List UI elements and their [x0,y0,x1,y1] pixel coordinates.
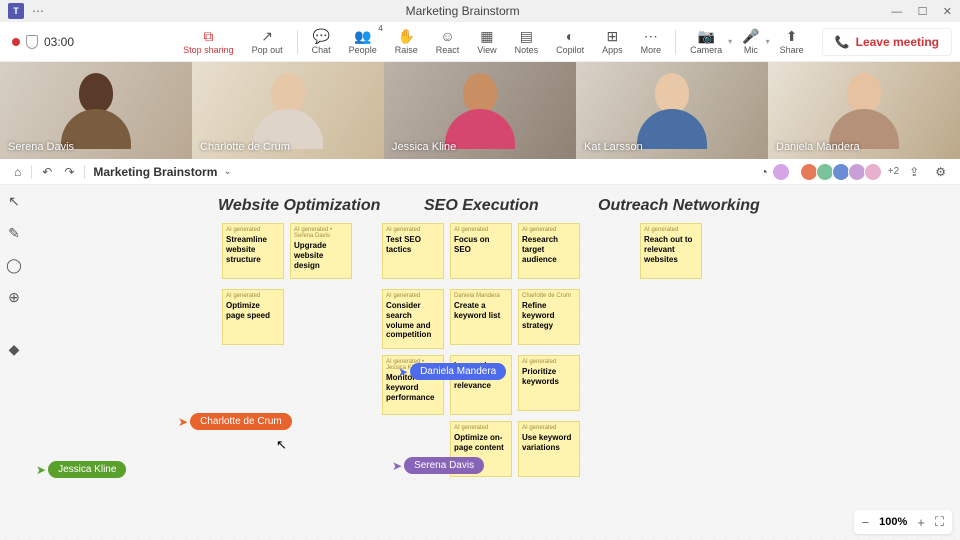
notes-button[interactable]: ▤Notes [507,26,547,57]
user-cursor: ➤Charlotte de Crum [178,413,292,430]
shield-icon [26,35,38,49]
stop-sharing-button[interactable]: ⧉Stop sharing [175,26,242,57]
chat-button[interactable]: 💬Chat [304,26,339,57]
user-cursor: ➤Daniela Mandera [398,363,506,380]
apps-button[interactable]: ⊞Apps [594,26,631,57]
recording-indicator: 03:00 [0,35,86,49]
board-name[interactable]: Marketing Brainstorm [93,165,217,179]
more-button[interactable]: ⋯More [633,26,670,57]
view-button[interactable]: ▦View [469,26,504,57]
share-icon[interactable]: ⇪ [903,165,925,179]
redo-button[interactable]: ↷ [58,165,80,179]
sticky-note[interactable]: AI generatedPrioritize keywords [518,355,580,411]
video-tile[interactable]: Kat Larsson [576,62,768,159]
divider [297,30,298,54]
minimize-button[interactable]: — [891,6,902,18]
titlebar: T ⋯ Marketing Brainstorm — ☐ ✕ [0,0,960,22]
recording-time: 03:00 [44,35,74,49]
camera-button[interactable]: 📷Camera [682,26,730,57]
popout-button[interactable]: ↗Pop out [244,26,291,57]
avatar[interactable] [772,163,790,181]
sticky-note[interactable]: AI generatedUse keyword variations [518,421,580,477]
column-header: Outreach Networking [598,197,760,215]
video-gallery: Serena Davis Charlotte de Crum Jessica K… [0,62,960,159]
pointer-tool[interactable]: ↖ [4,191,24,211]
react-button[interactable]: ☺React [428,26,468,57]
sticky-note[interactable]: Charlotte de CrumRefine keyword strategy [518,289,580,345]
zoom-controls: − 100% + ⛶ [854,510,952,534]
whiteboard-canvas[interactable]: ↖ ✎ ◯ ⊕ ◆ Website Optimization SEO Execu… [0,185,960,540]
user-cursor: ➤Jessica Kline [36,461,126,478]
video-tile[interactable]: Jessica Kline [384,62,576,159]
video-tile[interactable]: Serena Davis [0,62,192,159]
share-button[interactable]: ⬆Share [772,26,812,57]
user-cursor: ➤Serena Davis [392,457,484,474]
sticky-note[interactable]: AI generatedReach out to relevant websit… [640,223,702,279]
divider [675,30,676,54]
sticky-note[interactable]: AI generatedConsider search volume and c… [382,289,444,349]
timer-icon[interactable]: ◔ [755,165,774,179]
maximize-button[interactable]: ☐ [918,6,928,18]
sticky-note[interactable]: AI generatedTest SEO tactics [382,223,444,279]
zoom-out-button[interactable]: − [862,515,870,530]
people-button[interactable]: 👥4People [341,26,385,57]
chevron-down-icon[interactable]: ⌄ [223,166,231,177]
sticky-note[interactable]: AI generatedStreamline website structure [222,223,284,279]
video-tile[interactable]: Daniela Mandera [768,62,960,159]
copilot-button[interactable]: ◐Copilot [548,26,592,57]
settings-icon[interactable]: ⚙ [929,165,952,179]
pen-tool[interactable]: ✎ [4,223,24,243]
tool-palette: ↖ ✎ ◯ ⊕ ◆ [4,191,24,359]
meeting-toolbar: 03:00 ⧉Stop sharing ↗Pop out 💬Chat 👥4Peo… [0,22,960,62]
mic-button[interactable]: 🎤Mic [734,26,767,57]
comment-tool[interactable]: ◯ [4,255,24,275]
app-icon: T [8,3,24,19]
window-title: Marketing Brainstorm [46,4,879,18]
add-tool[interactable]: ⊕ [4,287,24,307]
column-header: Website Optimization [218,197,380,215]
leave-meeting-button[interactable]: 📞Leave meeting [822,28,952,56]
avatar[interactable] [864,163,882,181]
sticky-note[interactable]: AI generatedOptimize page speed [222,289,284,345]
sticky-note[interactable]: AI generated • Serena DavisUpgrade websi… [290,223,352,279]
window-controls: — ☐ ✕ [879,4,952,18]
zoom-in-button[interactable]: + [917,515,925,530]
record-icon [12,38,20,46]
phone-icon: 📞 [835,35,850,49]
sticky-note[interactable]: AI generatedFocus on SEO [450,223,512,279]
zoom-level[interactable]: 100% [879,516,907,528]
fit-screen-button[interactable]: ⛶ [935,514,944,530]
ellipsis-icon[interactable]: ⋯ [32,4,46,18]
undo-button[interactable]: ↶ [36,165,58,179]
close-button[interactable]: ✕ [943,6,952,18]
home-icon[interactable]: ⌂ [8,165,27,179]
whiteboard-header: ⌂ ↶ ↷ Marketing Brainstorm ⌄ ◔ +2 ⇪ ⚙ [0,159,960,185]
raise-hand-button[interactable]: ✋Raise [387,26,426,57]
sticky-note[interactable]: Daniela ManderaCreate a keyword list [450,289,512,345]
video-tile[interactable]: Charlotte de Crum [192,62,384,159]
cursor-icon: ↖ [276,437,287,453]
sticky-note[interactable]: AI generatedResearch target audience [518,223,580,279]
column-header: SEO Execution [424,197,539,215]
copilot-tool[interactable]: ◆ [4,339,24,359]
more-avatars[interactable]: +2 [888,166,899,177]
